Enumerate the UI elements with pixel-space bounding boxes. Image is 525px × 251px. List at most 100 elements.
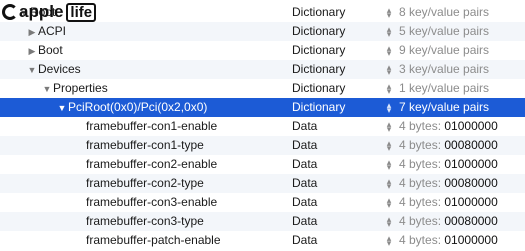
row-value-text: 1 key/value pairs (399, 81, 490, 95)
row-key-cell: ▼ PciRoot(0x0)/Pci(0x2,0x0) (56, 98, 208, 118)
apple-life-logo: apple life (2, 1, 97, 23)
row-value-text: 00080000 (444, 138, 498, 152)
up-down-stepper-icon: ▴ ▾ (386, 80, 392, 96)
row-value-text: 01000000 (444, 233, 498, 247)
row-key-cell: framebuffer-con1-enable (86, 117, 217, 136)
row-value-cell[interactable]: ▴ ▾ 5 key/value pairs (384, 22, 489, 41)
row-value-text: 01000000 (444, 119, 498, 133)
row-type-cell[interactable]: Dictionary (292, 98, 345, 117)
row-value-text: 9 key/value pairs (399, 43, 490, 57)
plist-row[interactable]: framebuffer-con2-enable Data ▴ ▾ 4 bytes: 01… (0, 155, 525, 174)
up-down-stepper-icon: ▴ ▾ (386, 175, 392, 191)
up-down-stepper-icon: ▴ ▾ (386, 23, 392, 39)
row-key-label: Properties (53, 81, 108, 95)
row-key-label: Boot (38, 43, 63, 57)
up-down-stepper-icon: ▴ ▾ (386, 4, 392, 20)
row-key-label: framebuffer-con3-type (86, 214, 204, 228)
row-value-prefix: 4 bytes: (399, 176, 442, 190)
row-key-cell: framebuffer-con1-type (86, 136, 204, 155)
row-key-cell: framebuffer-patch-enable (86, 231, 221, 250)
row-key-cell: ▼ Properties (41, 79, 108, 99)
row-key-label: framebuffer-con2-enable (86, 157, 218, 171)
row-value-cell[interactable]: ▴ ▾ 4 bytes: 00080000 (384, 212, 498, 231)
plist-row[interactable]: ▶ ACPI Dictionary ▴ ▾ 5 key/value pairs (0, 22, 525, 41)
row-key-cell: framebuffer-con3-enable (86, 193, 217, 212)
row-value-prefix: 4 bytes: (399, 119, 442, 133)
row-value-text: 8 key/value pairs (399, 5, 490, 19)
row-key-cell: framebuffer-con2-enable (86, 155, 217, 174)
row-value-cell[interactable]: ▴ ▾ 4 bytes: 01000000 (384, 193, 498, 212)
up-down-stepper-icon: ▴ ▾ (386, 213, 392, 229)
row-key-label: framebuffer-con3-enable (86, 195, 218, 209)
row-key-label: PciRoot(0x0)/Pci(0x2,0x0) (68, 100, 208, 114)
row-key-cell: ▼ Devices (26, 60, 81, 80)
row-key-cell: ▶ ACPI (26, 22, 66, 42)
row-value-text: 7 key/value pairs (399, 100, 490, 114)
row-key-label: framebuffer-con1-enable (86, 119, 218, 133)
plist-row[interactable]: framebuffer-con3-enable Data ▴ ▾ 4 bytes: 01… (0, 193, 525, 212)
row-key-label: Devices (38, 62, 81, 76)
disclosure-closed-icon[interactable]: ▶ (26, 23, 38, 42)
row-value-cell[interactable]: ▴ ▾ 9 key/value pairs (384, 41, 489, 60)
up-down-stepper-icon: ▴ ▾ (386, 194, 392, 210)
up-down-stepper-icon: ▴ ▾ (386, 156, 392, 172)
row-value-prefix: 4 bytes: (399, 138, 442, 152)
disclosure-closed-icon[interactable]: ▶ (26, 42, 38, 61)
up-down-stepper-icon: ▴ ▾ (386, 232, 392, 248)
row-key-cell: ▶ Boot (26, 41, 63, 61)
row-value-cell[interactable]: ▴ ▾ 4 bytes: 01000000 (384, 231, 498, 250)
row-value-cell[interactable]: ▴ ▾ 4 bytes: 01000000 (384, 117, 498, 136)
row-type-cell[interactable]: Dictionary (292, 22, 345, 41)
row-type-cell[interactable]: Dictionary (292, 41, 345, 60)
row-value-cell[interactable]: ▴ ▾ 4 bytes: 01000000 (384, 155, 498, 174)
up-down-stepper-icon: ▴ ▾ (386, 137, 392, 153)
row-key-cell: framebuffer-con3-type (86, 212, 204, 231)
disclosure-open-icon[interactable]: ▼ (56, 99, 68, 118)
logo-apple-text: apple (19, 2, 64, 21)
row-value-prefix: 4 bytes: (399, 214, 442, 228)
row-value-text: 3 key/value pairs (399, 62, 490, 76)
disclosure-open-icon[interactable]: ▼ (41, 80, 53, 99)
row-value-cell[interactable]: ▴ ▾ 7 key/value pairs (384, 98, 489, 117)
plist-row[interactable]: framebuffer-con1-enable Data ▴ ▾ 4 bytes: 01… (0, 117, 525, 136)
row-type-cell[interactable]: Data (292, 117, 317, 136)
plist-row[interactable]: ▼ Properties Dictionary ▴ ▾ 1 key/value pairs (0, 79, 525, 98)
row-value-cell[interactable]: ▴ ▾ 4 bytes: 00080000 (384, 136, 498, 155)
row-type-cell[interactable]: Data (292, 136, 317, 155)
row-key-cell: framebuffer-con2-type (86, 174, 204, 193)
up-down-stepper-icon: ▴ ▾ (386, 118, 392, 134)
row-key-label: framebuffer-patch-enable (86, 233, 221, 247)
logo-c-mark (2, 4, 18, 20)
row-type-cell[interactable]: Data (292, 212, 317, 231)
up-down-stepper-icon: ▴ ▾ (386, 42, 392, 58)
disclosure-open-icon[interactable]: ▼ (26, 61, 38, 80)
row-value-text: 00080000 (444, 176, 498, 190)
plist-row[interactable]: ▼ Devices Dictionary ▴ ▾ 3 key/value pairs (0, 60, 525, 79)
plist-row[interactable]: framebuffer-con2-type Data ▴ ▾ 4 bytes: 0008… (0, 174, 525, 193)
row-type-cell[interactable]: Data (292, 155, 317, 174)
row-value-text: 00080000 (444, 214, 498, 228)
row-value-prefix: 4 bytes: (399, 195, 442, 209)
up-down-stepper-icon: ▴ ▾ (386, 61, 392, 77)
plist-row[interactable]: framebuffer-patch-enable Data ▴ ▾ 4 bytes: 0… (0, 231, 525, 250)
row-value-prefix: 4 bytes: (399, 157, 442, 171)
row-key-label: ACPI (38, 24, 67, 38)
row-type-cell[interactable]: Dictionary (292, 79, 345, 98)
plist-row[interactable]: framebuffer-con3-type Data ▴ ▾ 4 bytes: 0008… (0, 212, 525, 231)
plist-row[interactable]: ▶ Boot Dictionary ▴ ▾ 9 key/value pairs (0, 41, 525, 60)
row-type-cell[interactable]: Data (292, 231, 317, 250)
row-type-cell[interactable]: Dictionary (292, 60, 345, 79)
plist-row[interactable]: framebuffer-con1-type Data ▴ ▾ 4 bytes: 0008… (0, 136, 525, 155)
row-key-label: framebuffer-con2-type (86, 176, 204, 190)
row-value-text: 5 key/value pairs (399, 24, 490, 38)
row-value-cell[interactable]: ▴ ▾ 8 key/value pairs (384, 3, 489, 22)
row-type-cell[interactable]: Dictionary (292, 3, 345, 22)
row-value-text: 01000000 (444, 195, 498, 209)
row-value-cell[interactable]: ▴ ▾ 3 key/value pairs (384, 60, 489, 79)
row-value-cell[interactable]: ▴ ▾ 4 bytes: 00080000 (384, 174, 498, 193)
row-type-cell[interactable]: Data (292, 193, 317, 212)
plist-row[interactable]: ▼ PciRoot(0x0)/Pci(0x2,0x0) Dictionary ▴ ▾ 7 … (0, 98, 525, 117)
row-value-text: 01000000 (444, 157, 498, 171)
row-type-cell[interactable]: Data (292, 174, 317, 193)
row-value-cell[interactable]: ▴ ▾ 1 key/value pairs (384, 79, 489, 98)
